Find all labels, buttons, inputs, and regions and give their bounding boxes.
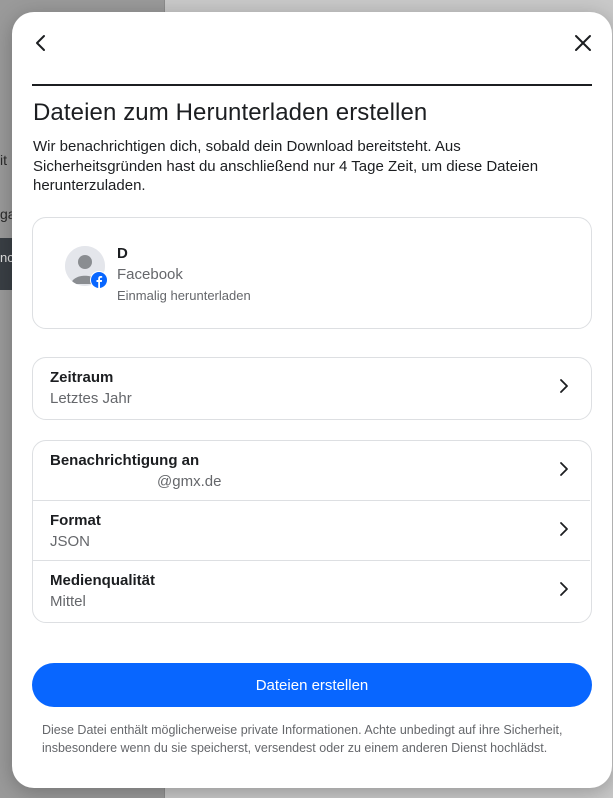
back-button[interactable]: [26, 28, 56, 58]
chevron-left-icon: [36, 35, 45, 51]
close-icon: [575, 35, 591, 51]
dialog-header: [12, 12, 612, 86]
dialog-title: Dateien zum Herunterladen erstellen: [33, 99, 428, 126]
row-value: Letztes Jahr: [50, 390, 132, 407]
notification-email: @gmx.de: [157, 473, 222, 490]
chevron-right-icon: [560, 462, 568, 476]
facebook-badge: [90, 271, 108, 289]
row-value: Mittel: [50, 593, 86, 610]
date-range-card: Zeitraum Letztes Jahr: [32, 357, 592, 420]
chevron-right-icon: [560, 379, 568, 393]
background-text-snippet: it: [0, 152, 7, 168]
chevron-right-icon: [560, 582, 568, 596]
download-settings-card: Benachrichtigung an @gmx.de Format JSON …: [32, 440, 592, 623]
privacy-disclaimer: Diese Datei enthält möglicherweise priva…: [42, 723, 563, 755]
account-platform: Facebook: [117, 266, 183, 283]
create-download-dialog: Dateien zum Herunterladen erstellen Wir …: [12, 12, 612, 788]
account-card: D Facebook Einmalig herunterladen: [32, 217, 592, 329]
date-range-row[interactable]: Zeitraum Letztes Jahr: [33, 358, 590, 418]
create-files-button[interactable]: Dateien erstellen: [32, 663, 592, 707]
format-row[interactable]: Format JSON: [33, 501, 590, 561]
account-download-type: Einmalig herunterladen: [117, 288, 251, 303]
row-label: Zeitraum: [50, 369, 114, 386]
chevron-right-icon: [560, 522, 568, 536]
dialog-description: Wir benachrichtigen dich, sobald dein Do…: [33, 138, 539, 194]
row-label: Benachrichtigung an: [50, 452, 200, 469]
row-value: JSON: [50, 533, 91, 550]
media-quality-row[interactable]: Medienqualität Mittel: [33, 561, 590, 621]
close-button[interactable]: [568, 28, 598, 58]
header-divider: [32, 84, 592, 86]
row-label: Medienqualität: [50, 572, 156, 589]
notification-row[interactable]: Benachrichtigung an @gmx.de: [33, 441, 590, 501]
row-label: Format: [50, 512, 101, 529]
account-name: D: [117, 245, 128, 262]
facebook-logo-icon: [91, 272, 107, 288]
